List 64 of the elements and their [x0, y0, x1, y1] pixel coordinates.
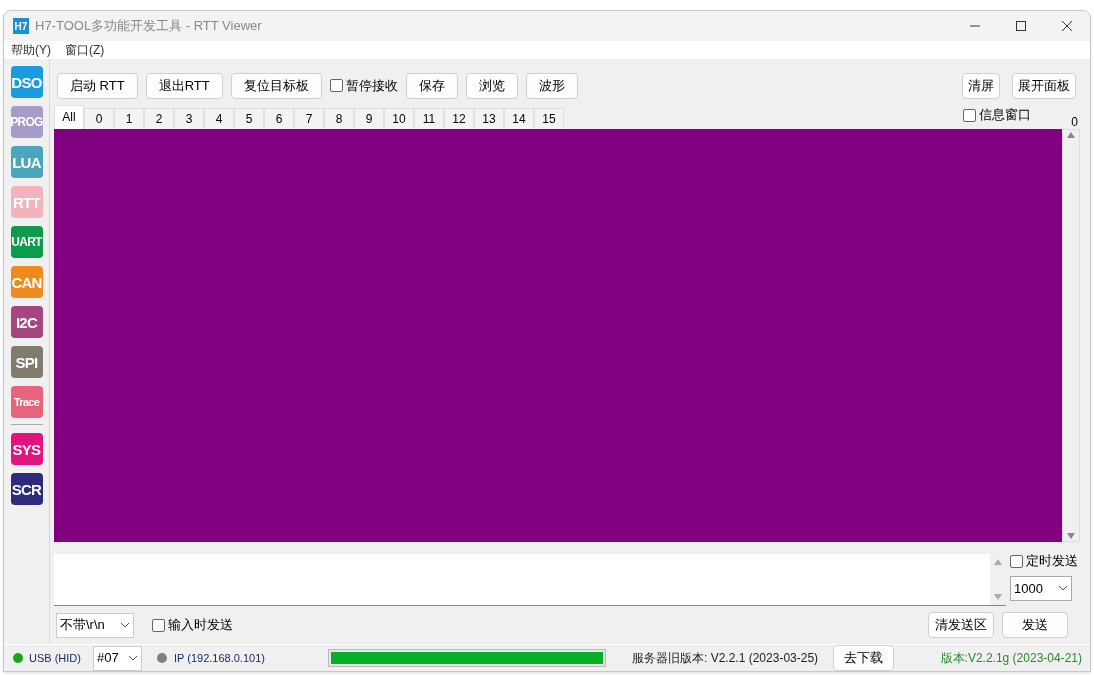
button[interactable]: 复位目标板 [230, 72, 322, 99]
maximize-icon[interactable] [1016, 21, 1026, 31]
button[interactable]: 波形 [525, 72, 578, 99]
module-button[interactable]: UART [10, 226, 43, 258]
channel-tab[interactable]: 8 [324, 107, 354, 129]
version-text: 版本:V2.2.1g (2023-04-21) [940, 650, 1082, 667]
channel-tab[interactable]: 13 [474, 107, 504, 129]
scroll-down-arrow-icon[interactable] [994, 594, 1002, 601]
checkbox[interactable] [1010, 554, 1023, 568]
channel-tab[interactable]: 0 [84, 107, 114, 129]
button[interactable]: 清发送区 [928, 612, 994, 639]
channel-tab[interactable]: All [54, 104, 84, 129]
line-ending-dropdown[interactable]: 不带\r\n [56, 612, 134, 638]
channel-tab[interactable]: 14 [504, 107, 534, 129]
send-input-field[interactable] [54, 554, 1006, 607]
checkbox-label: 输入时发送 [168, 616, 233, 635]
server-version: 服务器旧版本: V2.2.1 (2023-03-25) [632, 650, 819, 667]
menu-item[interactable]: 窗口(Z) [65, 41, 105, 59]
app-logo-icon: H7 [13, 18, 29, 34]
checkbox-label: 定时发送 [1026, 552, 1078, 571]
channel-tab[interactable]: 15 [534, 107, 564, 129]
scroll-up-arrow-icon[interactable] [994, 559, 1002, 566]
button[interactable]: 浏览 [465, 72, 518, 99]
menu-item[interactable]: 帮助(Y) [11, 41, 51, 59]
button[interactable]: 清屏 [962, 72, 1000, 99]
device-dropdown[interactable]: #07 [93, 645, 142, 671]
button[interactable]: 展开面板 [1012, 72, 1076, 99]
usb-status: USB (HID) [29, 650, 82, 666]
channel-tab[interactable]: 4 [204, 107, 234, 129]
window-title: H7-TOOL多功能开发工具 - RTT Viewer [35, 17, 262, 36]
button[interactable]: 发送 [1002, 612, 1068, 639]
scrollbar[interactable] [1062, 128, 1080, 543]
close-icon[interactable] [1062, 21, 1072, 31]
module-button[interactable]: I2C [10, 306, 43, 338]
interval-dropdown[interactable]: 1000 [1010, 575, 1072, 601]
ip-status: IP (192.168.0.101) [174, 650, 266, 666]
button[interactable]: 保存 [405, 72, 458, 99]
checkbox[interactable] [963, 108, 977, 122]
scroll-down-arrow-icon[interactable] [1067, 533, 1075, 540]
channel-tab[interactable]: 6 [264, 107, 294, 129]
scroll-up-arrow-icon[interactable] [1067, 131, 1075, 138]
button[interactable]: 去下载 [833, 645, 895, 671]
channel-tab[interactable]: 2 [144, 107, 174, 129]
channel-tab[interactable]: 1 [114, 107, 144, 129]
channel-tab[interactable]: 3 [174, 107, 204, 129]
channel-tab[interactable]: 11 [414, 107, 444, 129]
chevron-down-icon [120, 622, 130, 629]
button[interactable]: 退出RTT [145, 72, 223, 99]
module-button[interactable]: SPI [10, 346, 43, 378]
channel-tab[interactable]: 5 [234, 107, 264, 129]
channel-tab[interactable]: 10 [384, 107, 414, 129]
checkbox-label: 暂停接收 [345, 77, 398, 96]
channel-tab[interactable]: 12 [444, 107, 474, 129]
chevron-down-icon [1058, 585, 1068, 592]
channel-tab[interactable]: 9 [354, 107, 384, 129]
channel-tab[interactable]: 7 [294, 107, 324, 129]
checkbox[interactable] [152, 618, 165, 632]
chevron-down-icon [128, 655, 138, 661]
button[interactable]: 启动 RTT [57, 72, 138, 99]
checkbox[interactable] [329, 79, 343, 93]
counter: 0 [1071, 113, 1078, 131]
module-button[interactable]: SYS [10, 433, 43, 465]
module-button[interactable]: SCR [10, 473, 43, 505]
checkbox-label: 信息窗口 [979, 106, 1032, 125]
